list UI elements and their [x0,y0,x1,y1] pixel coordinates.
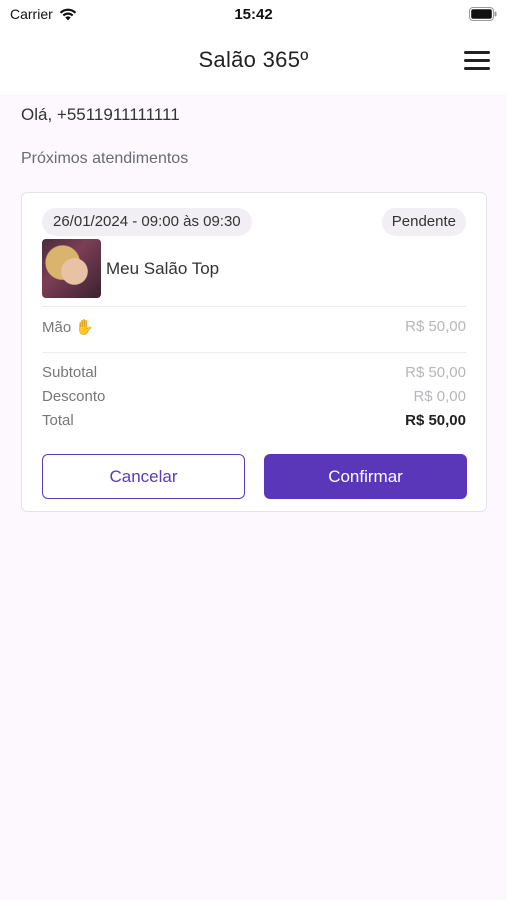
salon-name: Meu Salão Top [106,259,220,278]
salon-avatar [42,239,101,298]
divider [42,352,466,353]
section-title: Próximos atendimentos [21,150,189,167]
page-title: Salão 365º [198,47,309,72]
service-name: Mão ✋ [42,319,95,336]
divider [42,306,466,307]
confirm-button[interactable]: Confirmar [264,454,467,499]
navbar: Salão 365º [0,30,507,94]
menu-icon[interactable] [464,51,490,71]
battery-icon [469,7,497,26]
appointment-datetime: 26/01/2024 - 09:00 às 09:30 [42,208,252,236]
cancel-button[interactable]: Cancelar [42,454,245,499]
discount-value: R$ 0,00 [413,388,466,405]
service-price: R$ 50,00 [405,318,466,335]
subtotal-row: Subtotal R$ 50,00 [42,364,466,381]
greeting-text: Olá, +5511911111111 [21,105,180,124]
service-row: Mão ✋ R$ 50,00 [42,318,466,336]
discount-label: Desconto [42,388,106,405]
subtotal-label: Subtotal [42,364,98,381]
status-badge: Pendente [381,208,466,236]
status-time: 15:42 [234,6,273,23]
total-row: Total R$ 50,00 [42,412,466,429]
status-bar: Carrier 15:42 [0,0,507,30]
discount-row: Desconto R$ 0,00 [42,388,466,405]
subtotal-value: R$ 50,00 [405,364,466,381]
appointment-card: 26/01/2024 - 09:00 às 09:30 Pendente Meu… [21,192,487,512]
total-label: Total [42,412,74,429]
total-value: R$ 50,00 [405,412,466,429]
